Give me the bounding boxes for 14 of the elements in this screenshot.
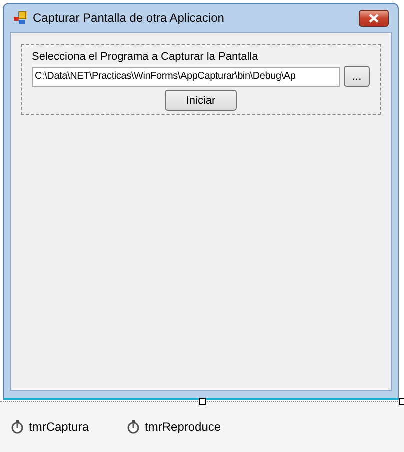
resize-handle[interactable] bbox=[399, 398, 404, 405]
app-icon bbox=[13, 11, 27, 25]
start-button[interactable]: Iniciar bbox=[165, 90, 237, 111]
timer-component[interactable]: tmrCaptura bbox=[29, 420, 90, 434]
program-label: Selecciona el Programa a Capturar la Pantalla bbox=[32, 51, 260, 63]
window-title: Capturar Pantalla de otra Aplicacion bbox=[33, 11, 224, 25]
resize-handle[interactable] bbox=[199, 398, 206, 405]
browse-button[interactable]: ... bbox=[344, 66, 370, 87]
timer-component[interactable]: tmrReproduce bbox=[145, 420, 222, 434]
close-button[interactable] bbox=[359, 10, 389, 26]
timer-icon bbox=[127, 420, 140, 434]
path-field[interactable]: C:\Data\NET\Practicas\WinForms\AppCapturar\bin\Debug\Ap bbox=[32, 66, 340, 86]
timer-icon bbox=[11, 420, 24, 434]
close-icon bbox=[369, 14, 379, 22]
